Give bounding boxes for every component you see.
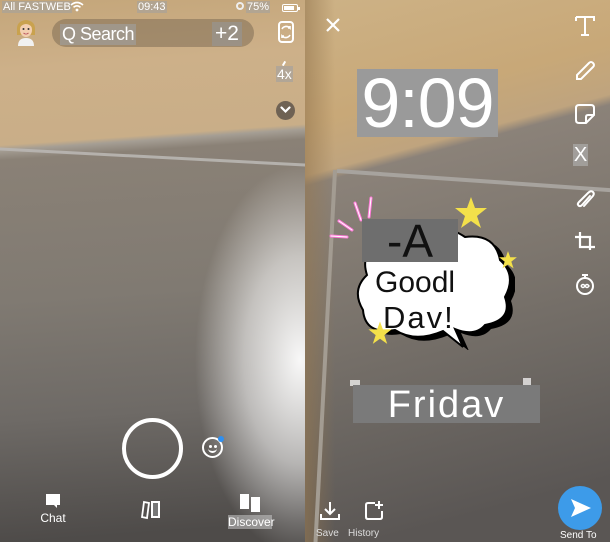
send-to-button[interactable] — [558, 486, 602, 530]
scissors-tool-icon[interactable]: X — [573, 144, 588, 166]
discover-label: Discover — [228, 515, 275, 529]
day-text: Dav! — [383, 300, 455, 335]
wall-edge — [336, 169, 610, 194]
nav-chat[interactable]: Chat — [36, 493, 70, 525]
chevron-down-icon[interactable] — [276, 101, 295, 120]
discover-icon — [240, 494, 260, 512]
shutter-button[interactable] — [122, 418, 183, 479]
history-label: History — [348, 528, 380, 539]
close-icon[interactable] — [323, 15, 343, 35]
snap-editor-screen: X 9:09 -A Goodl Dav! Fridav Save History… — [305, 0, 610, 542]
text-tool-icon[interactable] — [573, 14, 597, 38]
alarm-icon — [236, 2, 244, 10]
wall-edge — [0, 147, 305, 168]
battery-icon — [282, 4, 300, 12]
paperclip-icon[interactable] — [573, 188, 597, 212]
chat-icon — [46, 494, 60, 508]
status-bar: All FASTWEB 09:43 75% — [0, 0, 305, 16]
add-friends-badge[interactable]: +2 — [212, 22, 242, 46]
add-story-icon — [365, 501, 383, 520]
add-to-story-button[interactable] — [363, 500, 385, 522]
weekday-sticker[interactable]: Fridav — [353, 385, 540, 425]
battery-percent: 75% — [246, 1, 271, 13]
star-icon — [499, 251, 517, 269]
flip-camera-icon[interactable] — [276, 20, 296, 44]
crop-tool-icon[interactable] — [573, 230, 597, 254]
pen-tool-icon[interactable] — [573, 59, 597, 83]
star-icon — [455, 197, 487, 228]
send-to-label: Send To — [560, 530, 597, 541]
memories-icon — [140, 500, 160, 520]
status-time: 09:43 — [137, 1, 167, 13]
lens-mouth — [208, 448, 217, 453]
save-label: Save — [316, 528, 339, 539]
send-arrow-icon — [571, 499, 591, 517]
timer-tool-icon[interactable] — [573, 272, 597, 296]
chat-label: Chat — [40, 511, 66, 525]
carrier-label: All FASTWEB — [2, 1, 72, 13]
camera-screen: All FASTWEB 09:43 75% Q Search +2 4x Cha… — [0, 0, 305, 542]
notification-dot — [218, 436, 224, 442]
search-label: Q Search — [60, 24, 137, 45]
search-bar[interactable]: Q Search +2 — [52, 19, 254, 47]
nav-discover[interactable]: Discover — [228, 493, 275, 529]
sticker-tool-icon[interactable] — [573, 102, 597, 126]
sticker-fragment — [523, 378, 531, 385]
save-button[interactable] — [319, 500, 341, 522]
time-sticker[interactable]: 9:09 — [357, 68, 498, 138]
download-icon — [320, 502, 340, 520]
a-text-sticker[interactable]: -A — [362, 218, 458, 264]
good-text: Goodl — [375, 266, 456, 299]
wifi-icon — [70, 1, 84, 15]
zoom-level[interactable]: 4x — [276, 66, 293, 82]
nav-memories[interactable] — [140, 500, 164, 523]
bitmoji-avatar[interactable] — [15, 18, 37, 46]
